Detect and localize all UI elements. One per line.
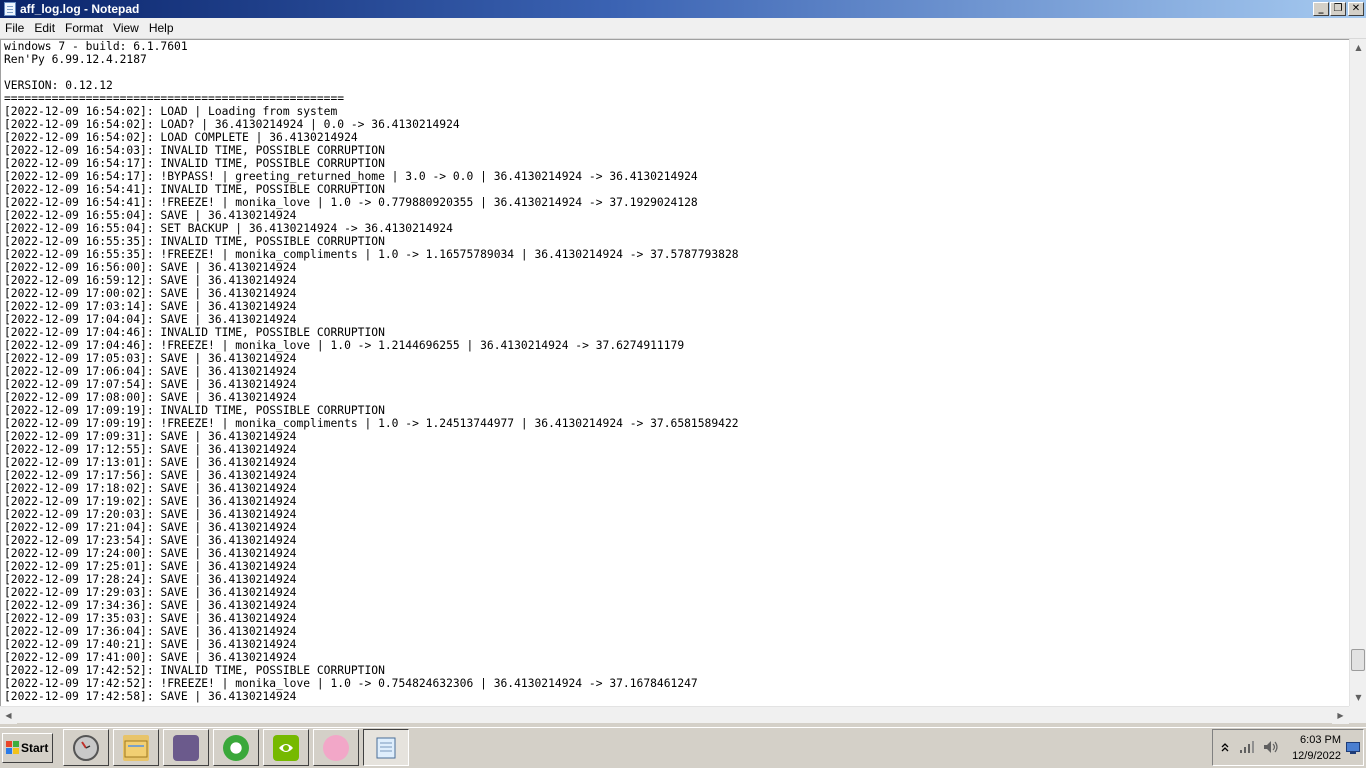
nvidia-icon (273, 735, 299, 761)
menu-edit[interactable]: Edit (29, 18, 60, 38)
show-desktop-icon[interactable] (1346, 742, 1360, 754)
title-bar[interactable]: aff_log.log - Notepad _ ❐ ✕ (0, 0, 1366, 18)
log-line: [2022-12-09 16:54:02]: LOAD | Loading fr… (4, 105, 338, 118)
log-line: [2022-12-09 16:55:04]: SAVE | 36.4130214… (4, 209, 297, 222)
log-line: [2022-12-09 16:54:02]: LOAD? | 36.413021… (4, 118, 460, 131)
taskbar-notepad-button[interactable] (363, 729, 409, 766)
log-line: [2022-12-09 17:06:04]: SAVE | 36.4130214… (4, 365, 297, 378)
log-line: [2022-12-09 16:56:00]: SAVE | 36.4130214… (4, 261, 297, 274)
log-line: [2022-12-09 17:42:52]: !FREEZE! | monika… (4, 677, 698, 690)
log-line: windows 7 - build: 6.1.7601 (4, 40, 188, 53)
taskbar-pink-app-button[interactable] (313, 729, 359, 766)
log-line: [2022-12-09 17:12:55]: SAVE | 36.4130214… (4, 443, 297, 456)
clock-time[interactable]: 6:03 PM (1300, 734, 1341, 746)
vertical-scroll-thumb[interactable] (1351, 649, 1365, 671)
menu-format[interactable]: Format (60, 18, 108, 38)
log-line: [2022-12-09 17:23:54]: SAVE | 36.4130214… (4, 534, 297, 547)
log-line: [2022-12-09 17:04:46]: !FREEZE! | monika… (4, 339, 685, 352)
scroll-down-arrow-icon[interactable]: ▼ (1350, 689, 1366, 706)
log-line: [2022-12-09 17:09:31]: SAVE | 36.4130214… (4, 430, 297, 443)
network-icon[interactable] (1239, 740, 1255, 754)
log-line: [2022-12-09 17:29:03]: SAVE | 36.4130214… (4, 586, 297, 599)
menu-file[interactable]: File (0, 18, 29, 38)
log-line: [2022-12-09 17:18:02]: SAVE | 36.4130214… (4, 482, 297, 495)
log-line: [2022-12-09 17:13:01]: SAVE | 36.4130214… (4, 456, 297, 469)
log-line: [2022-12-09 16:55:04]: SET BACKUP | 36.4… (4, 222, 453, 235)
scroll-right-arrow-icon[interactable]: ▶ (1332, 707, 1349, 724)
close-button[interactable]: ✕ (1348, 2, 1364, 16)
log-line: [2022-12-09 17:40:21]: SAVE | 36.4130214… (4, 638, 297, 651)
log-line: [2022-12-09 17:28:24]: SAVE | 36.4130214… (4, 573, 297, 586)
show-hidden-icons-icon[interactable] (1221, 742, 1229, 752)
green-circle-app-icon (223, 735, 249, 761)
log-line: [2022-12-09 17:35:03]: SAVE | 36.4130214… (4, 612, 297, 625)
windows-logo-icon (6, 741, 19, 754)
minimize-button[interactable]: _ (1313, 2, 1329, 16)
maximize-button[interactable]: ❐ (1330, 2, 1346, 16)
vertical-scrollbar[interactable]: ▲ ▼ (1349, 39, 1366, 706)
log-line: [2022-12-09 16:55:35]: !FREEZE! | monika… (4, 248, 739, 261)
log-line: [2022-12-09 16:54:41]: !FREEZE! | monika… (4, 196, 698, 209)
clock-date[interactable]: 12/9/2022 (1292, 750, 1341, 762)
menu-help[interactable]: Help (144, 18, 179, 38)
log-line: [2022-12-09 17:21:04]: SAVE | 36.4130214… (4, 521, 297, 534)
clock-icon (73, 735, 99, 761)
taskbar: Start 6:03 PM 12/9/2022 (0, 727, 1366, 768)
log-line: [2022-12-09 16:55:35]: INVALID TIME, POS… (4, 235, 385, 248)
log-line: [2022-12-09 17:09:19]: !FREEZE! | monika… (4, 417, 739, 430)
scrollbar-corner (1349, 706, 1366, 723)
taskbar-nvidia-app-button[interactable] (263, 729, 309, 766)
start-button[interactable]: Start (2, 733, 53, 763)
log-line: [2022-12-09 16:54:17]: INVALID TIME, POS… (4, 157, 385, 170)
log-line: [2022-12-09 17:00:02]: SAVE | 36.4130214… (4, 287, 297, 300)
notepad-icon (373, 735, 399, 761)
log-line: [2022-12-09 17:19:02]: SAVE | 36.4130214… (4, 495, 297, 508)
log-line: [2022-12-09 17:05:03]: SAVE | 36.4130214… (4, 352, 297, 365)
anime-character-icon (173, 735, 199, 761)
folder-icon (123, 735, 149, 761)
pink-app-icon (323, 735, 349, 761)
log-line: [2022-12-09 17:09:19]: INVALID TIME, POS… (4, 404, 385, 417)
log-line: [2022-12-09 17:08:00]: SAVE | 36.4130214… (4, 391, 297, 404)
horizontal-scrollbar[interactable]: ◀ ▶ (0, 706, 1349, 724)
scroll-left-arrow-icon[interactable]: ◀ (0, 707, 17, 724)
log-line: [2022-12-09 17:25:01]: SAVE | 36.4130214… (4, 560, 297, 573)
log-line: [2022-12-09 17:03:14]: SAVE | 36.4130214… (4, 300, 297, 313)
log-line: [2022-12-09 17:41:00]: SAVE | 36.4130214… (4, 651, 297, 664)
scroll-up-arrow-icon[interactable]: ▲ (1350, 39, 1366, 56)
notepad-icon (4, 2, 16, 16)
log-line: [2022-12-09 17:42:52]: INVALID TIME, POS… (4, 664, 385, 677)
log-line: [2022-12-09 16:54:03]: INVALID TIME, POS… (4, 144, 385, 157)
log-line: [2022-12-09 16:59:12]: SAVE | 36.4130214… (4, 274, 297, 287)
text-editor[interactable]: windows 7 - build: 6.1.7601 Ren'Py 6.99.1… (0, 39, 1349, 706)
log-line: [2022-12-09 16:54:02]: LOAD COMPLETE | 3… (4, 131, 358, 144)
system-tray: 6:03 PM 12/9/2022 (1212, 729, 1364, 766)
menu-view[interactable]: View (108, 18, 144, 38)
taskbar-game-app-button[interactable] (163, 729, 209, 766)
document-text[interactable]: windows 7 - build: 6.1.7601 Ren'Py 6.99.1… (1, 40, 1349, 703)
log-line: [2022-12-09 17:42:58]: SAVE | 36.4130214… (4, 690, 297, 703)
menu-bar: File Edit Format View Help (0, 18, 1366, 39)
log-line: [2022-12-09 17:34:36]: SAVE | 36.4130214… (4, 599, 297, 612)
window-title: aff_log.log - Notepad (20, 2, 140, 16)
log-line: Ren'Py 6.99.12.4.2187 (4, 53, 147, 66)
log-line: ========================================… (4, 92, 345, 105)
log-line: [2022-12-09 17:20:03]: SAVE | 36.4130214… (4, 508, 297, 521)
taskbar-utility-app-button[interactable] (213, 729, 259, 766)
log-line: [2022-12-09 16:54:17]: !BYPASS! | greeti… (4, 170, 698, 183)
log-line: [2022-12-09 16:54:41]: INVALID TIME, POS… (4, 183, 385, 196)
start-label: Start (21, 741, 49, 755)
log-line: [2022-12-09 17:24:00]: SAVE | 36.4130214… (4, 547, 297, 560)
taskbar-file-explorer-button[interactable] (113, 729, 159, 766)
log-line: [2022-12-09 17:36:04]: SAVE | 36.4130214… (4, 625, 297, 638)
log-line: [2022-12-09 17:17:56]: SAVE | 36.4130214… (4, 469, 297, 482)
log-line: VERSION: 0.12.12 (4, 79, 113, 92)
taskbar-clock-app-button[interactable] (63, 729, 109, 766)
log-line: [2022-12-09 17:04:04]: SAVE | 36.4130214… (4, 313, 297, 326)
log-line: [2022-12-09 17:07:54]: SAVE | 36.4130214… (4, 378, 297, 391)
log-line: [2022-12-09 17:04:46]: INVALID TIME, POS… (4, 326, 385, 339)
volume-icon[interactable] (1263, 740, 1279, 754)
